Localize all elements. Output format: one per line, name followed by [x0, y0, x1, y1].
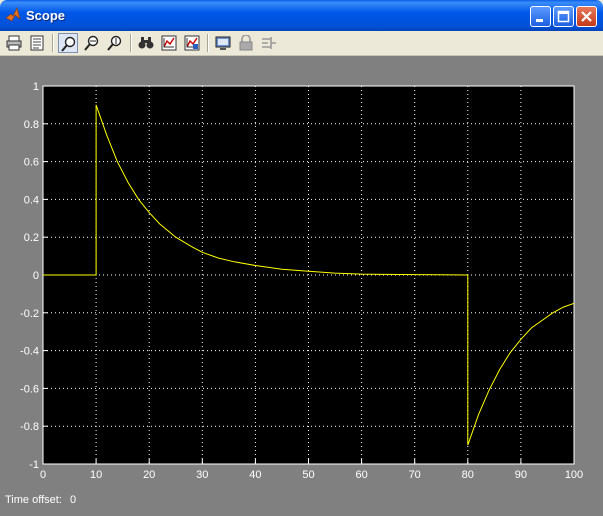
lock-axes-icon	[239, 35, 253, 51]
zoom-icon	[61, 36, 76, 52]
scope-window: Scope 0 10 20 30 40 50 60 70 80 90 100 1…	[0, 0, 603, 516]
matlab-icon	[5, 7, 21, 22]
zoom-x-icon	[84, 35, 99, 51]
close-button[interactable]	[576, 6, 597, 27]
x-tick-label: 50	[302, 469, 314, 481]
autoscale-icon	[138, 37, 154, 49]
scope-figure: 0 10 20 30 40 50 60 70 80 90 100 1 0.8 0.6 0.4 0.2 0 -0.2…	[0, 56, 603, 516]
y-tick-label: 0.8	[24, 119, 39, 131]
y-tick-label: -0.4	[20, 346, 39, 358]
x-tick-label: 0	[40, 469, 46, 481]
minimize-icon	[536, 19, 543, 22]
x-tick-label: 90	[515, 469, 527, 481]
x-tick-label: 60	[355, 469, 367, 481]
zoom-button[interactable]	[58, 33, 78, 53]
autoscale-button[interactable]	[136, 33, 156, 53]
save-axes-settings-button[interactable]	[159, 33, 179, 53]
window-title: Scope	[26, 8, 66, 23]
maximize-button[interactable]	[553, 6, 574, 27]
x-tick-label: 80	[462, 469, 474, 481]
y-tick-label: -1	[29, 459, 39, 471]
floating-scope-button[interactable]	[213, 33, 233, 53]
parameters-button[interactable]	[27, 33, 47, 53]
parameters-icon	[30, 35, 44, 51]
maximize-icon	[557, 10, 570, 23]
plot-canvas[interactable]: 0 10 20 30 40 50 60 70 80 90 100 1 0.8 0.6 0.4 0.2 0 -0.2…	[0, 56, 603, 516]
signal-selection-button[interactable]	[259, 33, 279, 53]
y-tick-label: 0.6	[24, 157, 39, 169]
minimize-button[interactable]	[530, 6, 551, 27]
x-tick-label: 70	[409, 469, 421, 481]
time-offset-label: Time offset:	[5, 494, 62, 506]
y-tick-label: 0.4	[24, 194, 39, 206]
y-tick-label: -0.6	[20, 383, 39, 395]
x-tick-label: 40	[249, 469, 261, 481]
x-tick-label: 10	[90, 469, 102, 481]
save-axes-settings-icon	[161, 35, 177, 51]
restore-axes-settings-icon	[184, 35, 200, 51]
close-icon	[581, 11, 592, 22]
zoom-y-icon	[107, 35, 122, 51]
zoom-y-button[interactable]	[105, 33, 125, 53]
lock-axes-button[interactable]	[236, 33, 256, 53]
floating-scope-icon	[215, 36, 231, 50]
y-tick-label: 1	[33, 81, 39, 93]
print-button[interactable]	[4, 33, 24, 53]
y-tick-label: -0.8	[20, 421, 39, 433]
y-tick-label: 0	[33, 270, 39, 282]
toolbar	[0, 31, 603, 76]
zoom-x-button[interactable]	[82, 33, 102, 53]
y-tick-label: 0.2	[24, 232, 39, 244]
y-tick-label: -0.2	[20, 308, 39, 320]
title-bar[interactable]: Scope	[0, 0, 603, 31]
print-icon	[6, 35, 22, 51]
x-tick-label: 20	[143, 469, 155, 481]
signal-selection-icon	[262, 37, 276, 49]
time-offset-value: 0	[70, 494, 77, 506]
restore-axes-settings-button[interactable]	[182, 33, 202, 53]
x-tick-label: 30	[196, 469, 208, 481]
x-tick-label: 100	[565, 469, 583, 481]
